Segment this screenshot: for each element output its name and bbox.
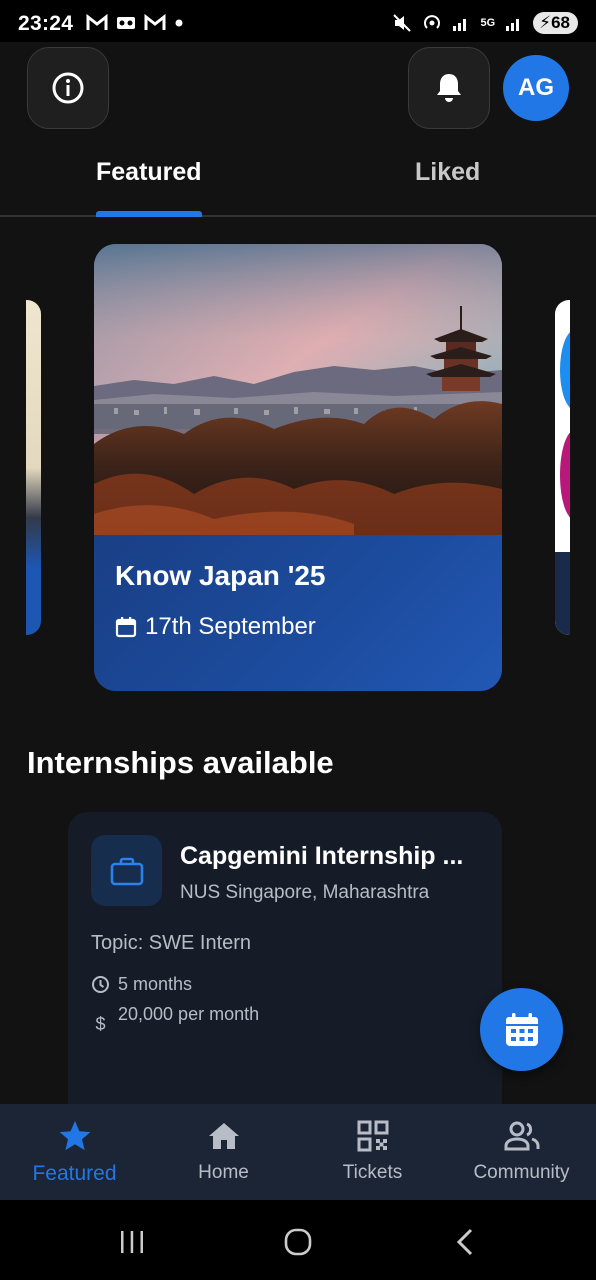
card-art [560, 430, 570, 520]
featured-event-card[interactable]: Know Japan '25 17th September [94, 244, 502, 691]
bottom-navigation: Featured Home Tickets Community [0, 1104, 596, 1200]
calendar-icon [115, 617, 137, 638]
clock-icon [92, 976, 109, 993]
internship-card[interactable]: Capgemini Internship ... NUS Singapore, … [68, 812, 502, 1142]
hotspot-icon [424, 15, 441, 29]
internship-stipend: 20,000 per month [118, 1004, 260, 1024]
signal-icon [453, 19, 467, 31]
internship-topic: Topic: SWE Intern [91, 932, 252, 954]
back-button[interactable] [445, 1222, 485, 1262]
status-time: 23:24 [18, 12, 74, 35]
system-icons: 5G ⚡68 [392, 12, 578, 34]
system-navigation-bar [0, 1200, 596, 1280]
star-icon [59, 1121, 90, 1151]
calendar-fab-button[interactable] [480, 988, 563, 1071]
recent-apps-icon [121, 1231, 143, 1253]
battery-indicator: ⚡68 [533, 12, 578, 34]
home-circle-icon [284, 1228, 312, 1256]
internship-duration-row: 5 months [91, 974, 192, 995]
nav-label-tickets: Tickets [342, 1162, 403, 1183]
briefcase-icon [110, 857, 143, 885]
internship-title: Capgemini Internship ... [180, 842, 464, 870]
carousel-card-next[interactable] [555, 300, 570, 635]
calendar-icon [505, 1012, 538, 1046]
tab-liked[interactable]: Liked [415, 158, 480, 187]
app-screen: AG Featured Liked Know Japan '25 17th Se… [0, 42, 596, 1200]
info-icon [52, 72, 84, 104]
voicemail-icon [117, 17, 135, 29]
home-icon [208, 1123, 239, 1149]
event-image [94, 244, 502, 535]
nav-label-home: Home [198, 1162, 249, 1183]
dollar-icon: $ [95, 1014, 106, 1034]
avatar[interactable]: AG [503, 55, 569, 121]
active-tab-indicator [96, 211, 202, 217]
section-title: Internships available [27, 745, 334, 780]
nav-item-featured[interactable]: Featured [0, 1104, 149, 1200]
status-bar: 23:24 5G ⚡68 [0, 0, 596, 42]
people-icon [504, 1121, 539, 1151]
event-title: Know Japan '25 [115, 560, 326, 591]
recent-apps-button[interactable] [112, 1222, 152, 1262]
event-info: Know Japan '25 17th September [94, 535, 502, 691]
avatar-initials: AG [518, 74, 554, 101]
gmail-icon [86, 14, 108, 30]
signal-icon [506, 19, 520, 31]
bell-icon [437, 74, 461, 102]
nav-item-home[interactable]: Home [149, 1104, 298, 1200]
nav-item-tickets[interactable]: Tickets [298, 1104, 447, 1200]
notification-icons [86, 14, 184, 32]
nav-label-featured: Featured [32, 1162, 117, 1185]
back-icon [456, 1228, 473, 1256]
tab-bar: Featured Liked [0, 138, 596, 217]
internship-duration: 5 months [118, 974, 193, 994]
tab-featured[interactable]: Featured [96, 158, 202, 187]
gmail-icon [144, 14, 166, 30]
home-system-button[interactable] [278, 1222, 318, 1262]
mute-icon [393, 14, 412, 32]
card-art [560, 330, 570, 410]
notifications-button[interactable] [408, 47, 490, 129]
nav-item-community[interactable]: Community [447, 1104, 596, 1200]
event-date: 17th September [145, 613, 316, 640]
nav-label-community: Community [473, 1162, 570, 1183]
internship-location: NUS Singapore, Maharashtra [180, 882, 430, 903]
qr-code-icon [357, 1120, 388, 1152]
briefcase-icon-tile [91, 835, 162, 906]
info-button[interactable] [27, 47, 109, 129]
carousel-card-previous[interactable] [26, 300, 41, 635]
card-footer [555, 552, 570, 635]
dot-icon [175, 19, 183, 27]
5g-signal-icon: 5G [480, 17, 496, 29]
event-date-row: 17th September [115, 613, 316, 641]
internship-stipend-row: $ 20,000 per month [91, 1004, 259, 1035]
battery-level: 68 [551, 13, 570, 32]
